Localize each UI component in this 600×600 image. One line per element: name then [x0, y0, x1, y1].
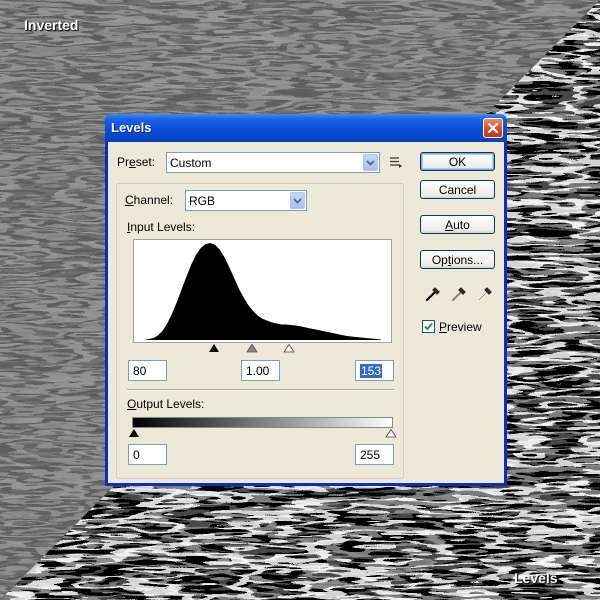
output-white-slider[interactable]: [385, 429, 397, 438]
output-black-field[interactable]: 0: [128, 444, 167, 465]
input-gamma-field[interactable]: 1.00: [241, 360, 280, 381]
input-white-slider[interactable]: [283, 344, 295, 353]
input-black-field[interactable]: 80: [128, 360, 167, 381]
input-black-slider[interactable]: [208, 344, 220, 353]
white-eyedropper-icon[interactable]: [476, 285, 494, 303]
preset-menu-icon[interactable]: [389, 155, 403, 169]
checkmark-icon: [424, 322, 433, 331]
preset-label: Preset:: [117, 155, 156, 169]
preset-dropdown[interactable]: Custom: [166, 152, 380, 173]
dialog-titlebar[interactable]: Levels: [105, 114, 507, 142]
levels-dialog: Levels Preset: Custom Channel: RGB Input…: [105, 114, 507, 486]
input-white-field[interactable]: 153: [355, 360, 394, 381]
levels-label: Levels: [514, 570, 558, 586]
preview-checkbox[interactable]: [422, 320, 435, 333]
histogram-graph: [144, 243, 381, 340]
black-eyedropper-icon[interactable]: [424, 285, 442, 303]
channel-dropdown[interactable]: RGB: [185, 190, 307, 211]
input-white-value: 153: [360, 364, 383, 378]
ok-button[interactable]: OK: [420, 152, 495, 171]
output-gradient-bar: [132, 417, 393, 428]
options-button[interactable]: Op t ions...: [420, 250, 495, 269]
output-levels-label: Output Levels:: [127, 397, 205, 411]
divider: [127, 389, 394, 391]
inverted-label: Inverted: [24, 17, 79, 33]
preview-label: Preview: [439, 320, 482, 334]
channel-value: RGB: [189, 194, 216, 208]
chevron-down-icon: [290, 192, 305, 209]
chevron-down-icon: [363, 154, 378, 171]
output-white-field[interactable]: 255: [355, 444, 394, 465]
cancel-button[interactable]: Cancel: [420, 180, 495, 199]
input-gamma-slider[interactable]: [246, 344, 258, 353]
dialog-title: Levels: [111, 120, 152, 135]
input-levels-label: Input Levels:: [127, 220, 196, 234]
close-icon: [487, 122, 499, 134]
histogram: [133, 239, 392, 343]
output-black-slider[interactable]: [128, 429, 140, 438]
close-button[interactable]: [483, 118, 503, 138]
dialog-body: Preset: Custom Channel: RGB Input Levels…: [108, 142, 504, 483]
channel-label: Channel:: [122, 193, 177, 207]
gray-eyedropper-icon[interactable]: [450, 285, 468, 303]
auto-button[interactable]: Auto: [420, 215, 495, 234]
preset-value: Custom: [170, 156, 212, 170]
